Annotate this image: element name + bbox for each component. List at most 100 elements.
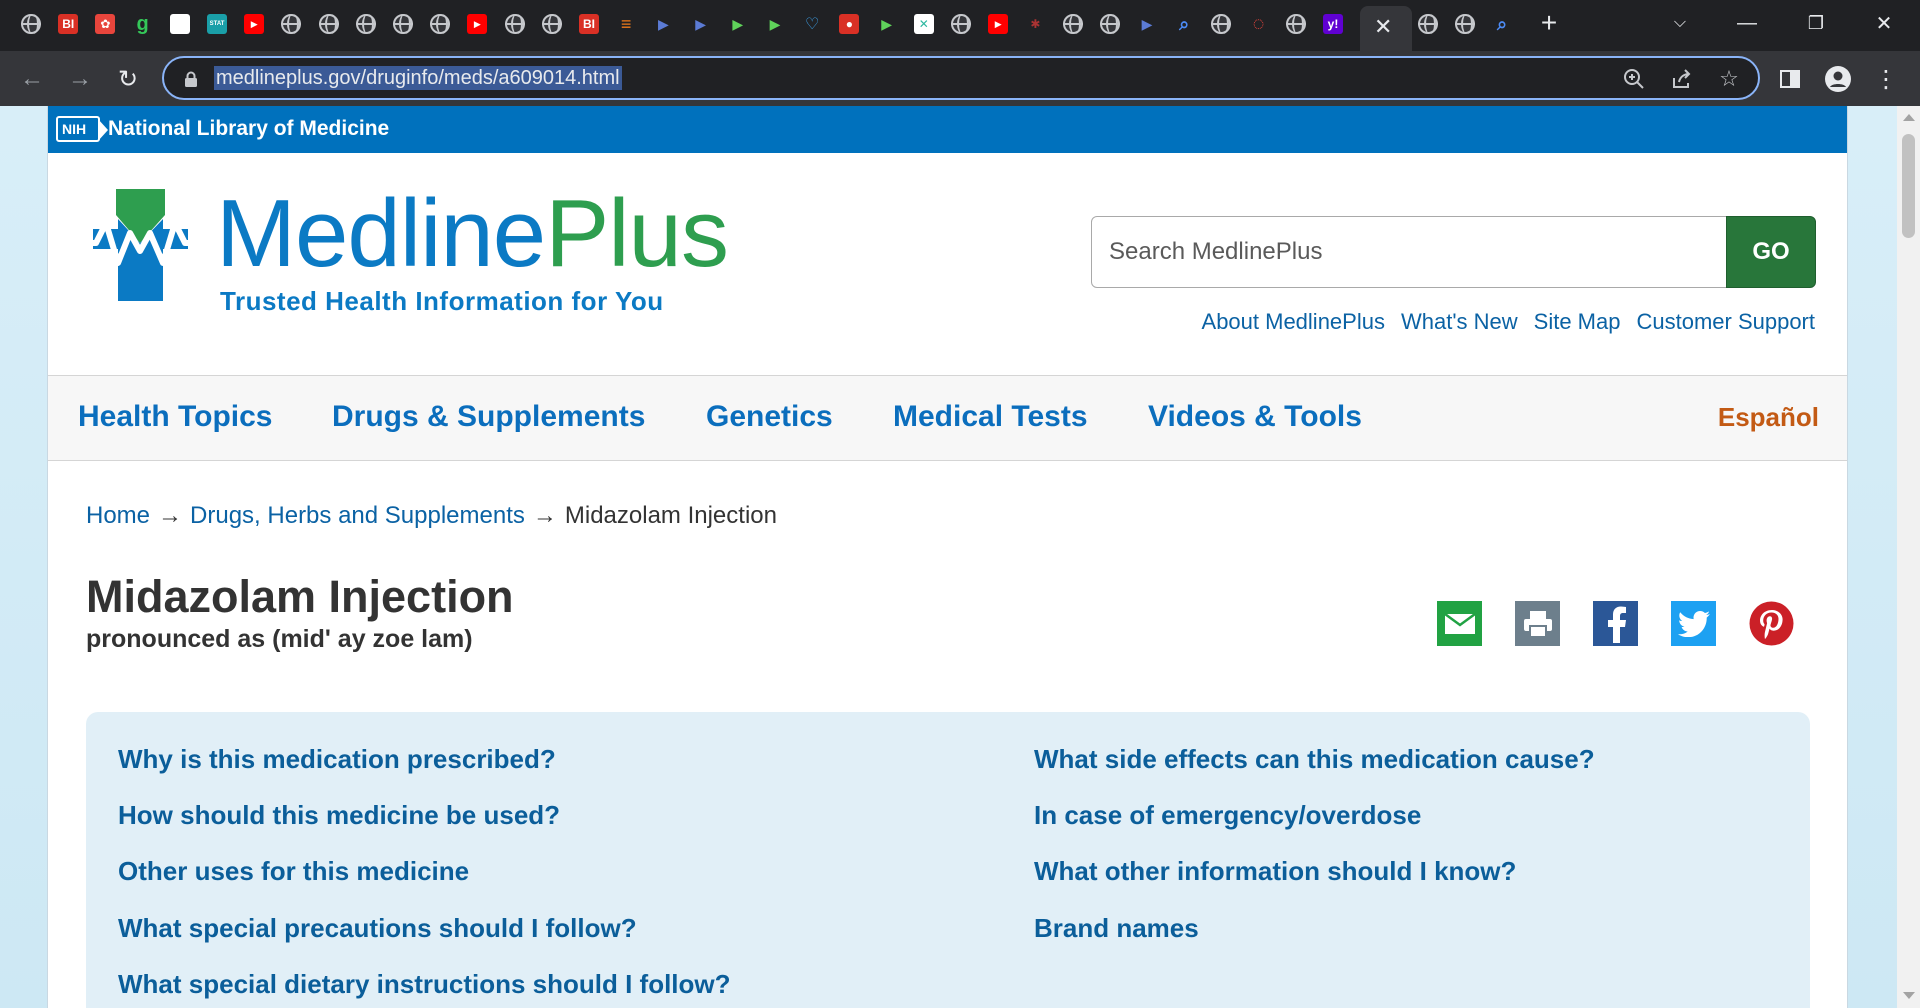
browser-tab[interactable]: ≡ (615, 12, 637, 36)
browser-tab[interactable]: y! (1322, 12, 1344, 36)
browser-tab[interactable]: ▶ (1136, 12, 1158, 36)
scrollbar-thumb[interactable] (1902, 134, 1915, 238)
twitter-icon[interactable] (1671, 601, 1716, 646)
yahoo-icon-glyph: y! (1327, 17, 1339, 31)
browser-tab[interactable] (541, 12, 563, 36)
medlineplus-wordmark[interactable]: MedlinePlus (216, 186, 729, 282)
browser-tab[interactable] (429, 12, 451, 36)
browser-tab[interactable] (1417, 12, 1439, 36)
browser-tab[interactable] (20, 12, 42, 36)
browser-tab[interactable]: BI (578, 12, 600, 36)
browser-tab[interactable]: BI (57, 12, 79, 36)
scroll-up-arrow-icon[interactable] (1903, 114, 1915, 121)
page-scrollbar[interactable] (1897, 106, 1920, 1008)
maximize-button[interactable]: ❐ (1796, 8, 1836, 38)
browser-tab[interactable]: ◌ (1248, 12, 1270, 36)
browser-tab[interactable]: ▶ (690, 12, 712, 36)
print-icon[interactable] (1515, 601, 1560, 646)
medlineplus-logo-icon[interactable] (78, 181, 203, 306)
browser-tab[interactable]: ▶ (652, 12, 674, 36)
browser-tab[interactable]: ✿ (94, 12, 116, 36)
browser-tab[interactable]: ✱ (1024, 12, 1046, 36)
toc-link[interactable]: What special dietary instructions should… (118, 969, 731, 1000)
toc-link[interactable]: How should this medicine be used? (118, 800, 560, 831)
browser-tab[interactable]: ▶ (764, 12, 786, 36)
browser-tab[interactable] (1454, 12, 1476, 36)
puzzle-icon-glyph: ✕ (918, 17, 929, 31)
search-input[interactable] (1092, 217, 1727, 287)
toc-link[interactable]: Brand names (1034, 913, 1199, 944)
browser-tab[interactable]: ▶ (876, 12, 898, 36)
youtube-icon-glyph: ▶ (250, 18, 258, 29)
toc-link[interactable]: Why is this medication prescribed? (118, 744, 556, 775)
browser-tab[interactable]: STAT (206, 12, 228, 36)
pinterest-icon[interactable] (1749, 601, 1794, 646)
email-icon[interactable] (1437, 601, 1482, 646)
search-tab-icon-glyph: ⌕ (1496, 13, 1508, 34)
browser-tab[interactable]: ▶ (243, 12, 265, 36)
nih-logo-icon[interactable]: NIH (56, 116, 108, 142)
back-button[interactable]: ← (16, 63, 48, 95)
util-customer-support-link[interactable]: Customer Support (1636, 309, 1815, 335)
scroll-down-arrow-icon[interactable] (1903, 992, 1915, 999)
facebook-icon[interactable] (1593, 601, 1638, 646)
browser-tab[interactable] (1062, 12, 1084, 36)
nav-drugs-supplements[interactable]: Drugs & Supplements (332, 400, 645, 434)
browser-tab[interactable]: ▶ (727, 12, 749, 36)
util-site-map-link[interactable]: Site Map (1534, 309, 1621, 335)
nav-health-topics[interactable]: Health Topics (78, 400, 272, 434)
util-whats-new-link[interactable]: What's New (1401, 309, 1518, 335)
lock-icon[interactable] (178, 66, 204, 92)
browser-tab[interactable]: g (132, 12, 154, 36)
browser-tab[interactable] (280, 12, 302, 36)
browser-tab[interactable] (318, 12, 340, 36)
tab-search-chevron-icon[interactable]: ⌵ (1660, 8, 1700, 38)
toc-link[interactable]: Other uses for this medicine (118, 856, 469, 887)
minimize-button[interactable]: — (1727, 8, 1767, 38)
browser-tab[interactable] (1099, 12, 1121, 36)
util-about-link[interactable]: About MedlinePlus (1202, 309, 1385, 335)
toc-link[interactable]: In case of emergency/overdose (1034, 800, 1421, 831)
nav-medical-tests[interactable]: Medical Tests (893, 400, 1088, 434)
go-button[interactable]: GO (1726, 216, 1816, 288)
menu-kebab-icon[interactable]: ⋮ (1870, 63, 1902, 95)
espanol-link[interactable]: Español (1718, 402, 1819, 433)
refresh-red-icon-glyph: ◌ (1252, 12, 1265, 35)
toc-link[interactable]: What other information should I know? (1034, 856, 1516, 887)
browser-tab[interactable]: ⌕ (1491, 12, 1513, 36)
active-tab[interactable]: ✕ (1360, 6, 1412, 51)
browser-tab[interactable]: ⌕ (1173, 12, 1195, 36)
toc-link[interactable]: What special precautions should I follow… (118, 913, 637, 944)
browser-tab[interactable] (950, 12, 972, 36)
new-tab-button[interactable]: + (1529, 7, 1569, 38)
browser-tab[interactable]: ▶ (987, 12, 1009, 36)
profile-avatar-icon[interactable] (1822, 63, 1854, 95)
address-bar[interactable]: medlineplus.gov/druginfo/meds/a609014.ht… (162, 56, 1760, 100)
browser-tab[interactable]: ● (838, 12, 860, 36)
browser-tab[interactable] (1210, 12, 1232, 36)
browser-tab[interactable]: ▶ (466, 12, 488, 36)
bookmark-star-icon[interactable]: ☆ (1716, 66, 1742, 92)
breadcrumb-home[interactable]: Home (86, 502, 150, 529)
browser-tab[interactable] (392, 12, 414, 36)
browser-tab[interactable]: ✕ (913, 12, 935, 36)
browser-tab[interactable] (169, 12, 191, 36)
close-tab-icon[interactable]: ✕ (1374, 14, 1392, 40)
side-panel-icon[interactable] (1774, 63, 1806, 95)
forward-button[interactable]: → (64, 63, 96, 95)
nav-videos-tools[interactable]: Videos & Tools (1148, 400, 1362, 434)
url-text[interactable]: medlineplus.gov/druginfo/meds/a609014.ht… (214, 66, 622, 90)
close-window-button[interactable]: ✕ (1864, 8, 1904, 38)
browser-tab[interactable] (1285, 12, 1307, 36)
share-page-icon[interactable] (1669, 66, 1695, 92)
browser-tab[interactable] (355, 12, 377, 36)
nlm-title-link[interactable]: National Library of Medicine (108, 117, 389, 141)
nav-genetics[interactable]: Genetics (706, 400, 833, 434)
reload-button[interactable]: ↻ (112, 63, 144, 95)
browser-tab[interactable]: ♡ (801, 12, 823, 36)
zoom-icon[interactable] (1621, 66, 1647, 92)
breadcrumb-drugs[interactable]: Drugs, Herbs and Supplements (190, 502, 525, 529)
toc-link[interactable]: What side effects can this medication ca… (1034, 744, 1595, 775)
browser-tab[interactable] (504, 12, 526, 36)
arrow-tab-icon-glyph: ▶ (1141, 15, 1153, 32)
